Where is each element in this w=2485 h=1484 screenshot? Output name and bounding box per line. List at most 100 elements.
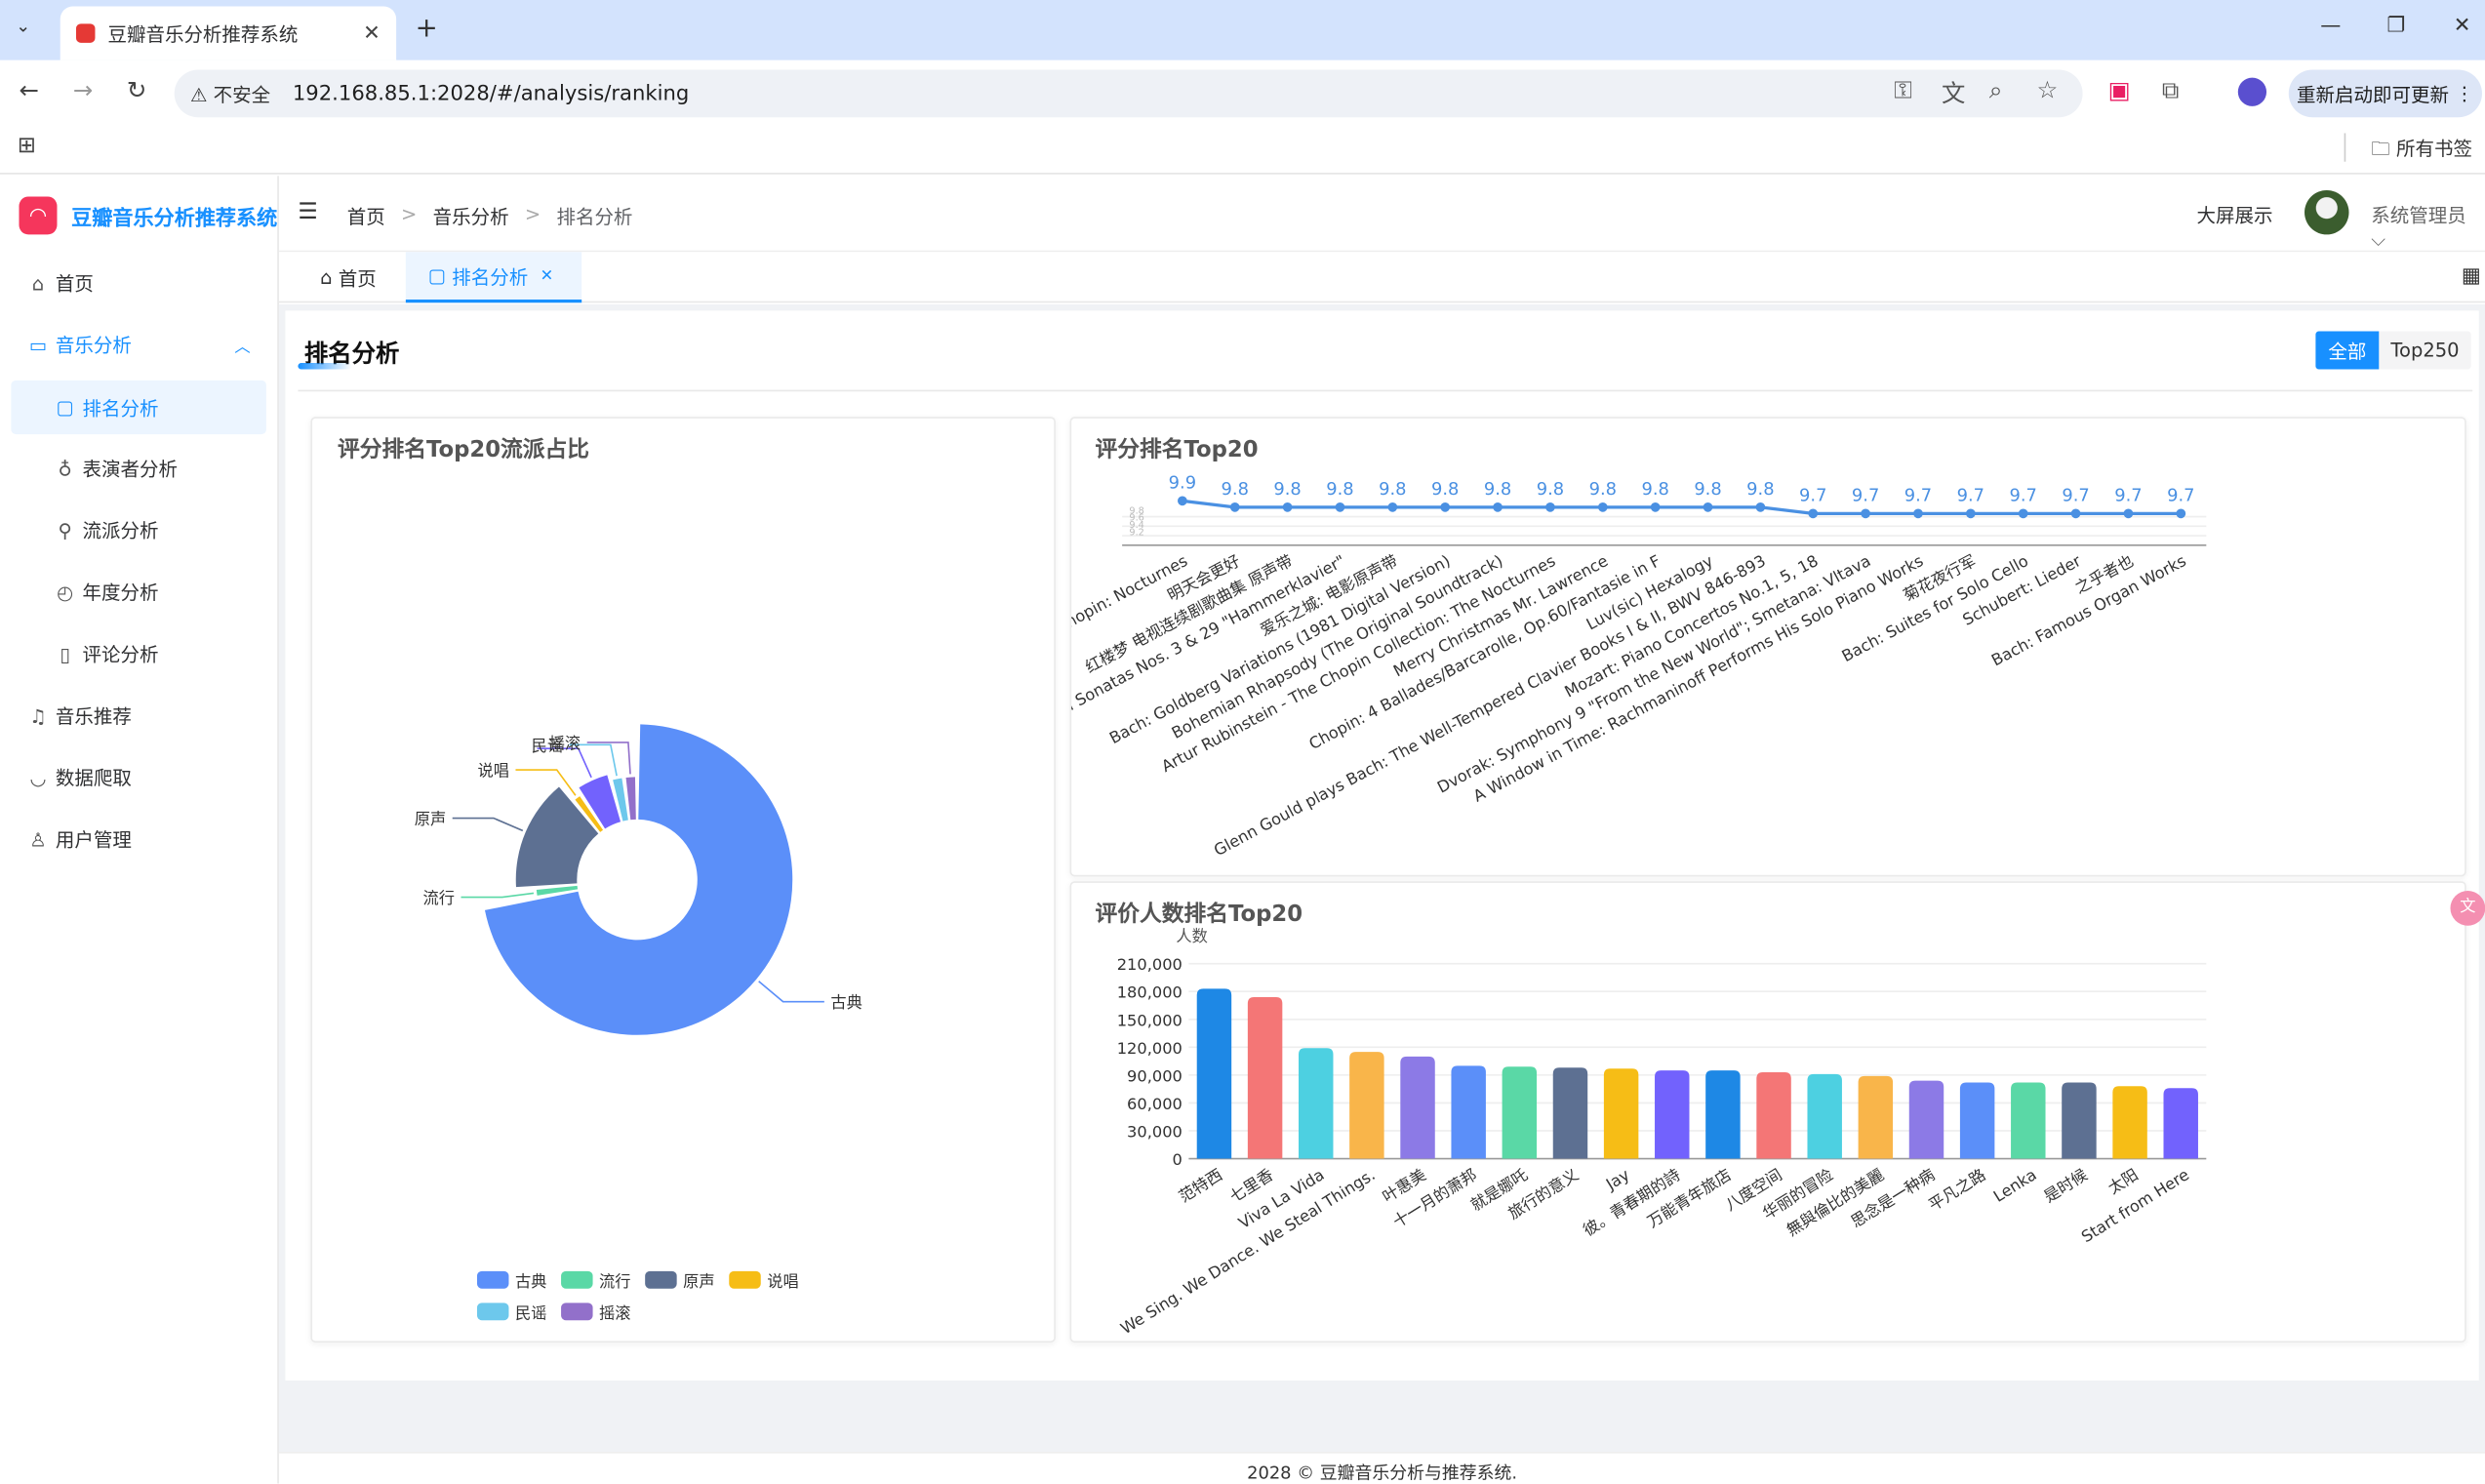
breadcrumb-music-analysis[interactable]: 音乐分析 [433, 203, 509, 230]
x-tick-label: Jay [1602, 1165, 1633, 1194]
grid-menu-icon[interactable]: ▦ [2462, 264, 2481, 288]
filter-top250-button[interactable]: Top250 [2379, 331, 2471, 370]
close-tag-icon[interactable]: ✕ [541, 267, 554, 285]
votes-bar [1451, 1065, 1486, 1159]
score-data-label: 9.8 [1641, 479, 1668, 500]
score-data-label: 9.8 [1222, 479, 1249, 500]
y-tick-label: 9.2 [1129, 527, 1143, 538]
paperclip-icon: ⚲ [58, 519, 72, 541]
forward-icon[interactable]: → [73, 76, 93, 104]
legend-label: 古典 [515, 1272, 546, 1291]
avatar[interactable] [2305, 189, 2349, 235]
votes-bar [1959, 1082, 1995, 1159]
votes-bar [2163, 1088, 2198, 1159]
floating-translate-icon[interactable]: 文 [2450, 890, 2485, 926]
pie-slice [515, 786, 599, 888]
genre-pie-chart: 古典流行原声说唱民谣摇滚古典 流行 原声 说唱民谣 摇滚 [415, 724, 862, 1323]
extensions-icon[interactable]: ⧉ [2162, 76, 2179, 104]
tag-ranking[interactable]: ▢ 排名分析 ✕ [405, 252, 582, 303]
sidebar-item-music-analysis[interactable]: ▭ 音乐分析 ︿ [0, 314, 279, 376]
score-point [1808, 508, 1819, 519]
bookmarks-bar [0, 123, 2485, 175]
tag-label: 首页 [338, 266, 377, 290]
legend-label: 民谣 [515, 1304, 546, 1323]
votes-bar [1655, 1070, 1690, 1159]
folder-icon: ▢ [56, 396, 74, 419]
score-data-label: 9.8 [1589, 479, 1617, 500]
minimize-icon[interactable]: — [2320, 15, 2341, 38]
score-point [1493, 501, 1503, 512]
extension-translate-icon[interactable]: ▣ [2108, 76, 2131, 104]
tag-home[interactable]: ⌂ 首页 [298, 252, 398, 302]
score-data-label: 9.7 [2010, 485, 2037, 505]
pie-label-line [452, 817, 524, 832]
back-icon[interactable]: ← [19, 76, 38, 104]
browser-tab[interactable]: 豆瓣音乐分析推荐系统 ✕ [60, 6, 397, 60]
sidebar-item-ranking[interactable]: ▢ 排名分析 [11, 380, 266, 435]
sidebar-item-comment[interactable]: ▯ 评论分析 [0, 622, 279, 684]
legend-label: 流行 [599, 1272, 630, 1291]
tab-search-icon[interactable]: ⌄ [16, 16, 30, 36]
votes-bar [1908, 1080, 1944, 1159]
profile-avatar[interactable] [2237, 77, 2267, 106]
filter-all-button[interactable]: 全部 [2315, 331, 2380, 370]
sidebar-item-crawl[interactable]: ◡ 数据爬取 [0, 746, 279, 808]
sidebar-item-yearly[interactable]: ◴ 年度分析 [0, 561, 279, 622]
password-key-icon[interactable]: ⚿ [1894, 76, 1912, 104]
apps-grid-icon[interactable]: ⊞ [18, 133, 36, 158]
footer: 2028 © 豆瓣音乐分析与推荐系统. [278, 1452, 2485, 1484]
pie-chart-title: 评分排名Top20流派占比 [338, 437, 590, 463]
score-point [1282, 501, 1293, 512]
x-tick-label: Lenka [1990, 1165, 2040, 1206]
zoom-icon[interactable]: ⌕ [1989, 76, 2003, 104]
big-screen-link[interactable]: 大屏展示 [2197, 201, 2273, 228]
translate-icon[interactable]: 文 [1942, 76, 1965, 109]
omnibox[interactable]: ⚠ 不安全 192.168.85.1:2028/#/analysis/ranki… [174, 69, 2083, 118]
sidebar-item-genre[interactable]: ⚲ 流派分析 [0, 500, 279, 561]
votes-bar [2011, 1082, 2046, 1159]
title-divider [298, 389, 2473, 392]
close-window-icon[interactable]: ✕ [2454, 15, 2471, 38]
update-label: 重新启动即可更新 [2297, 83, 2450, 106]
pie-label-line [586, 742, 631, 775]
headphones-logo-icon: ◠ [19, 196, 58, 235]
pie-label-line [758, 981, 824, 1003]
reload-icon[interactable]: ↻ [127, 76, 146, 104]
sidebar-item-performer[interactable]: ♁ 表演者分析 [0, 437, 279, 499]
sidebar-item-home[interactable]: ⌂ 首页 [0, 252, 279, 313]
pie-slice-label: 流行 [423, 889, 455, 907]
user-icon: ♙ [29, 827, 47, 851]
x-tick-label: 是时候 [2040, 1165, 2090, 1206]
all-bookmarks[interactable]: 🗀 所有书签 [2371, 135, 2472, 168]
user-menu[interactable]: 系统管理员 ⌵ [2371, 201, 2485, 252]
insecure-label: 不安全 [213, 83, 271, 106]
app-title: 豆瓣音乐分析推荐系统 [71, 206, 278, 231]
legend-swatch [476, 1270, 509, 1289]
bookmark-star-icon[interactable]: ☆ [2036, 76, 2058, 104]
sidebar-item-recommend[interactable]: ♫ 音乐推荐 [0, 685, 279, 746]
update-button[interactable]: 重新启动即可更新 ⋮ [2288, 69, 2482, 118]
chart-icon: ▭ [28, 333, 48, 356]
restore-icon[interactable]: ❐ [2386, 15, 2405, 38]
insecure-icon[interactable]: ⚠ 不安全 [190, 80, 270, 107]
sidebar-item-users[interactable]: ♙ 用户管理 [0, 808, 279, 869]
sidebar-item-label: 表演者分析 [82, 458, 178, 481]
score-point [1597, 501, 1608, 512]
votes-bar [1349, 1052, 1384, 1159]
new-tab-icon[interactable]: + [416, 13, 438, 44]
breadcrumb-home[interactable]: 首页 [347, 203, 385, 230]
tag-label: 排名分析 [452, 265, 529, 288]
score-point [1178, 496, 1187, 506]
votes-bar-chart: 人数 0 30,000 60,000 90,000 120,000 150,000 180,0… [1117, 927, 2207, 1338]
legend-swatch [476, 1303, 509, 1321]
score-point [1703, 501, 1713, 512]
votes-bar [1400, 1056, 1435, 1159]
app-logo[interactable]: ◠ 豆瓣音乐分析推荐系统 [19, 196, 278, 235]
url-text[interactable]: 192.168.85.1:2028/#/analysis/ranking [293, 82, 689, 105]
y-tick-label: 90,000 [1127, 1066, 1182, 1085]
pie-slice-label: 原声 [415, 810, 446, 828]
close-tab-icon[interactable]: ✕ [363, 21, 381, 45]
book-icon: ▯ [60, 642, 70, 665]
y-tick-label: 150,000 [1117, 1011, 1182, 1029]
hamburger-icon[interactable]: ☰ [298, 200, 317, 225]
